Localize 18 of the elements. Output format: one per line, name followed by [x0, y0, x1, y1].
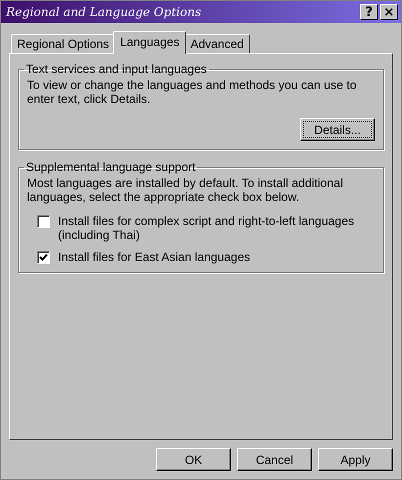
tab[interactable]: Regional Options: [11, 34, 116, 53]
description-text: To view or change the languages and methods you can use to enter text, click Details.: [27, 78, 358, 106]
dialog-button[interactable]: Apply: [318, 448, 393, 471]
description-text: Most languages are installed by default. To install additional languages, select the appropriate check box below.: [27, 176, 344, 204]
group-title: Text services and input languages: [25, 62, 208, 76]
checkbox-label: Install files for East Asian languages: [58, 250, 250, 264]
tab[interactable]: Languages: [113, 31, 186, 54]
tab[interactable]: Advanced: [184, 34, 250, 53]
window-title: Regional and Language Options: [6, 5, 202, 19]
group-title: Supplemental language support: [25, 160, 196, 174]
close-button[interactable]: ×: [380, 4, 398, 20]
details-button[interactable]: Details...: [300, 118, 375, 141]
checkbox[interactable]: [37, 251, 50, 264]
dialog-button[interactable]: OK: [156, 448, 231, 471]
dialog-button[interactable]: Cancel: [237, 448, 312, 471]
help-button[interactable]: ?: [360, 4, 378, 20]
checkbox[interactable]: [37, 215, 50, 228]
checkbox-label: Install files for complex script and right-to-left languages (including Thai): [58, 214, 356, 242]
